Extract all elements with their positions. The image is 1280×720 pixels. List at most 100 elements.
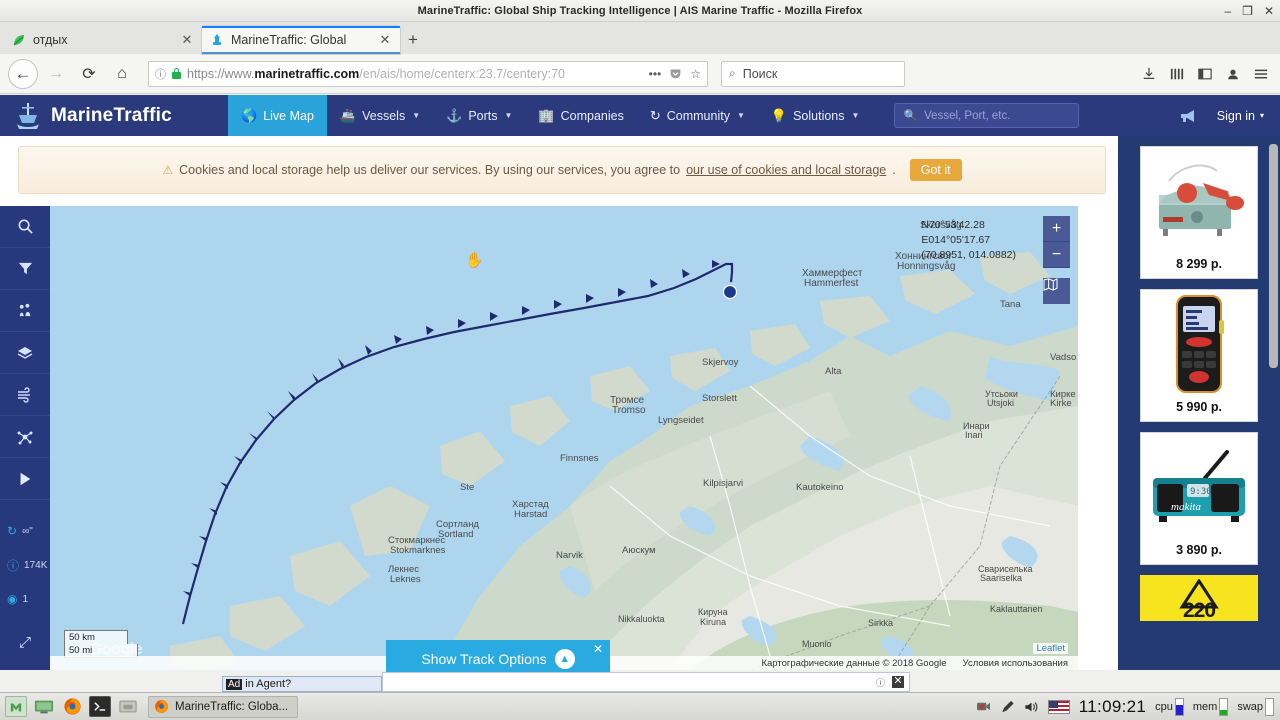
show-desktop-icon[interactable] xyxy=(33,696,55,717)
close-icon[interactable]: ✕ xyxy=(593,642,603,656)
map-layers-button[interactable] xyxy=(1043,278,1070,304)
swap-meter[interactable]: swap xyxy=(1237,697,1274,716)
longitude-dms: E014°05'17.67 xyxy=(921,234,991,247)
ads-scrollbar-thumb[interactable] xyxy=(1269,144,1278,368)
home-button[interactable]: ⌂ xyxy=(107,59,137,89)
sidebar-weather-icon[interactable] xyxy=(0,374,50,416)
cpu-label: cpu xyxy=(1155,700,1173,713)
taskbar: MarineTraffic: Globa... 11:09:21 cpu mem xyxy=(0,692,1280,720)
sidebar-search-icon[interactable] xyxy=(0,206,50,248)
makita-radio-image: 9:30 makita xyxy=(1153,449,1245,522)
page-notification-bar: ⓘ ✕ xyxy=(382,672,910,692)
pen-icon[interactable] xyxy=(1000,700,1015,714)
svg-text:makita: makita xyxy=(1171,501,1201,513)
globe-icon: 🌎 xyxy=(241,107,258,123)
ad-price: 5 990 p. xyxy=(1176,400,1222,414)
scale-km: 50 km xyxy=(64,630,128,644)
minimize-button[interactable]: – xyxy=(1224,5,1231,17)
ad-tile-saw[interactable]: 8 299 p. xyxy=(1140,146,1258,279)
mint-menu-icon[interactable] xyxy=(5,696,27,717)
stat-vessel-count[interactable]: ⓘ 174K xyxy=(0,548,50,582)
taskbar-window-button[interactable]: MarineTraffic: Globa... xyxy=(148,695,299,718)
files-icon[interactable] xyxy=(117,696,139,717)
zoom-in-button[interactable]: + xyxy=(1043,216,1070,242)
nav-item-ports[interactable]: ⚓ Ports ▼ xyxy=(433,95,525,136)
latitude-dms: N70°53'42.28 xyxy=(921,219,985,231)
record-icon[interactable] xyxy=(976,700,991,713)
marinetraffic-logo-icon xyxy=(17,102,39,129)
nav-item-vessels[interactable]: 🚢 Vessels ▼ xyxy=(327,95,433,136)
decimal-coordinates: (70.8951, 014.0882) xyxy=(921,249,1016,262)
window-titlebar: MarineTraffic: Global Ship Tracking Inte… xyxy=(0,0,1280,22)
cookie-policy-link[interactable]: our use of cookies and local storage xyxy=(686,163,886,177)
url-domain: marinetraffic.com xyxy=(254,66,360,81)
stat-selected-count[interactable]: ◉ 1 xyxy=(0,582,50,616)
cpu-meter[interactable]: cpu xyxy=(1155,697,1184,716)
volume-icon[interactable] xyxy=(1024,700,1039,714)
ad-price: 8 299 p. xyxy=(1176,257,1222,271)
ads-sidebar: 8 299 p. 5 990 p. 9:30 makita 3 890 p. 2… xyxy=(1118,136,1280,670)
window-controls: – ❐ ✕ xyxy=(1224,0,1274,22)
account-icon[interactable] xyxy=(1226,67,1240,81)
pocket-icon[interactable] xyxy=(669,67,682,80)
new-tab-button[interactable]: + xyxy=(400,26,426,54)
map-canvas[interactable]: Skarsvåg Хоннингсвог Honningsvåg Хаммерф… xyxy=(50,206,1078,670)
browser-search-bar[interactable]: ⌕ Поиск xyxy=(721,60,905,87)
address-bar[interactable]: ⓘ https://www.marinetraffic.com/en/ais/h… xyxy=(148,60,708,87)
search-icon: ⌕ xyxy=(729,66,736,80)
page-info-icon[interactable]: ⓘ xyxy=(155,66,166,82)
ad-image xyxy=(1141,147,1257,254)
page-actions-icon[interactable]: ••• xyxy=(649,67,662,81)
terminal-icon[interactable] xyxy=(89,696,111,717)
nav-item-companies[interactable]: 🏢 Companies xyxy=(525,95,636,136)
nav-item-community[interactable]: ↻ Community ▼ xyxy=(637,95,758,136)
urlbar-icon-group: ••• ☆ xyxy=(649,67,701,81)
site-search-input[interactable]: 🔍 Vessel, Port, etc. xyxy=(894,103,1080,128)
firefox-icon[interactable] xyxy=(61,696,83,717)
terms-link[interactable]: Условия использования xyxy=(963,658,1068,669)
ad-makita-radio[interactable]: 9:30 makita 3 890 p. xyxy=(1140,432,1258,565)
adblock-notification[interactable]: Ad in Agent? xyxy=(222,676,382,692)
zoom-out-button[interactable]: − xyxy=(1043,242,1070,268)
ad-laser-meter[interactable]: 5 990 p. xyxy=(1140,289,1258,422)
taskbar-clock[interactable]: 11:09:21 xyxy=(1079,697,1146,717)
sidebar-icon[interactable] xyxy=(1198,67,1212,81)
sidebar-layers-icon[interactable] xyxy=(0,332,50,374)
close-button[interactable]: ✕ xyxy=(1264,5,1274,17)
maximize-button[interactable]: ❐ xyxy=(1242,5,1253,17)
info-icon: ⓘ xyxy=(7,558,20,573)
reload-button[interactable]: ⟳ xyxy=(74,59,104,89)
sidebar-fleet-icon[interactable] xyxy=(0,290,50,332)
nav-item-live-map[interactable]: 🌎 Live Map xyxy=(228,95,327,136)
sign-in-button[interactable]: Sign in ▾ xyxy=(1217,109,1264,123)
back-button[interactable]: ← xyxy=(8,58,38,89)
ad-banner-220[interactable]: 220 xyxy=(1140,575,1258,621)
forward-button[interactable]: → xyxy=(41,59,71,89)
ads-scrollbar[interactable] xyxy=(1269,144,1278,368)
fullscreen-icon[interactable]: ⤢ xyxy=(19,634,31,651)
tab-close-icon[interactable]: ✕ xyxy=(180,32,194,48)
tab-marinetraffic[interactable]: MarineTraffic: Global ✕ xyxy=(202,26,400,54)
menu-icon[interactable] xyxy=(1254,67,1268,81)
sidebar-network-icon[interactable] xyxy=(0,416,50,458)
tile-cutter-image xyxy=(1159,164,1244,236)
notification-close-icon[interactable]: ✕ xyxy=(892,676,904,688)
tab-title: отдых xyxy=(33,33,68,47)
url-path: /en/ais/home/centerx:23.7/centery:70 xyxy=(359,66,565,81)
megaphone-icon[interactable] xyxy=(1179,108,1199,124)
library-icon[interactable] xyxy=(1170,67,1184,81)
leaflet-link[interactable]: Leaflet xyxy=(1033,643,1068,654)
sidebar-play-icon[interactable] xyxy=(0,458,50,500)
mem-meter[interactable]: mem xyxy=(1193,697,1229,716)
brand-area[interactable]: MarineTraffic xyxy=(0,101,228,131)
tab-otdyh[interactable]: отдых ✕ xyxy=(4,26,202,54)
us-flag-icon[interactable] xyxy=(1047,699,1070,714)
got-it-button[interactable]: Got it xyxy=(909,159,962,181)
bookmark-star-icon[interactable]: ☆ xyxy=(690,67,701,81)
sidebar-filter-icon[interactable] xyxy=(0,248,50,290)
nav-item-solutions[interactable]: 💡 Solutions ▼ xyxy=(758,95,873,136)
download-icon[interactable] xyxy=(1142,67,1156,81)
stat-refresh-rate[interactable]: ↻ ∞" xyxy=(0,514,50,548)
tab-close-icon[interactable]: ✕ xyxy=(378,32,392,48)
cookie-text: ⚠ Cookies and local storage help us deli… xyxy=(162,163,895,177)
